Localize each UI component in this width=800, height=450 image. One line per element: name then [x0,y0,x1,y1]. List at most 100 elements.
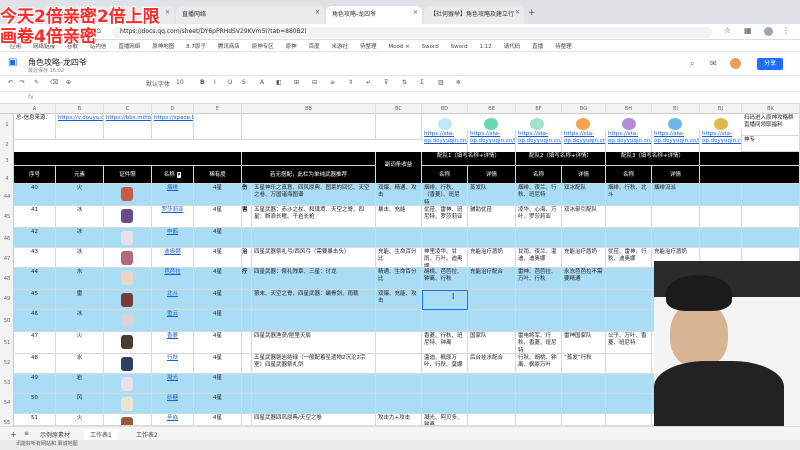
cell-bb1[interactable] [242,114,376,140]
cell-el[interactable]: 水 [56,354,104,374]
cell-t3n[interactable]: 优菈、雷神、行秋、迪奥娜 [606,248,652,268]
cell-el[interactable]: 岩 [56,374,104,394]
cell-rar[interactable]: 4星 [194,310,242,332]
column-header[interactable]: BC [376,104,422,114]
cell-t2n[interactable] [516,290,562,310]
cell-t2n[interactable]: 烟绯、夜兰、行秋、班尼特 [516,184,562,206]
border-icon[interactable]: ⊞ [294,79,299,86]
column-header[interactable]: BI [652,104,700,114]
cell-name[interactable]: 香菱 [152,332,194,354]
filter-dropdown-icon[interactable]: ▾ [176,172,182,178]
column-header[interactable]: BK [742,104,800,114]
row-header[interactable]: 54 [0,400,14,406]
cell-t1d[interactable]: 充能治疗配合 [468,268,516,290]
selected-cell[interactable] [422,290,468,310]
cell-rar[interactable]: 4星 [194,268,242,290]
cell-rar[interactable]: 4星 [194,374,242,394]
cell-el[interactable]: 风 [56,394,104,414]
cell-t2n[interactable]: 雷神、芭芭拉、万叶、行秋 [516,268,562,290]
font-size-select[interactable]: 10 [176,79,184,86]
bookmark[interactable]: 原神地图 [152,42,174,50]
row-header[interactable]: 53 [0,380,14,386]
cell-sub[interactable]: 精通、生命百分比 [376,268,422,290]
docs-logo-icon[interactable]: ▣ [8,57,17,68]
valign-icon[interactable]: ⇕ [348,79,353,86]
cell-side[interactable]: 治 [242,248,252,268]
cell-name[interactable]: 行秋 [152,354,194,374]
cell-seq[interactable]: 46 [14,310,56,332]
row-header[interactable]: 1 [0,122,14,128]
cell-rar[interactable]: 4星 [194,184,242,206]
cell-c1-link[interactable]: https://bbs.mihoyo.com/ys/collection/577… [104,114,152,140]
share-button[interactable]: 分享 [757,58,783,70]
cell-t2d[interactable]: 充能治疗盾奶 [562,248,606,268]
cell-t3n[interactable] [606,374,652,394]
star-icon[interactable]: ☆ [724,26,731,35]
cell-weapon[interactable]: 五星武器磐岩结绿（一般配着圣遗物2沉沦2宗室）四星武器祭礼剑 [252,354,376,374]
cell-side[interactable] [242,354,252,374]
cell-name[interactable]: 申鹤 [152,228,194,248]
column-header[interactable]: BH [606,104,652,114]
cell-bi2-link[interactable]: https://sta-op.doyyuqin.cn/butter [652,130,700,152]
cell-t1d[interactable]: 蒸发队 [468,184,516,206]
bookmark[interactable]: 原神专区 [252,42,274,50]
cell-name[interactable]: 烟绯 [152,184,194,206]
cell-name[interactable]: 芭芭拉 [152,268,194,290]
comment-icon[interactable]: ✉ [710,59,717,68]
column-header[interactable]: BJ [700,104,742,114]
close-icon[interactable]: ✕ [515,9,520,16]
cell-t3n[interactable] [606,310,652,332]
cell-t2d[interactable] [562,414,606,426]
cell-sub[interactable] [376,228,422,248]
cell-t1n[interactable]: 胡桃、芭芭拉、钟离、行秋 [422,268,468,290]
cell-rar[interactable]: 4星 [194,332,242,354]
bookmark[interactable]: 直播 [532,42,543,50]
cell-side[interactable] [242,394,252,414]
redo-icon[interactable]: ↷ [20,79,25,86]
cell-t2n[interactable] [516,374,562,394]
cell-t3n[interactable] [606,228,652,248]
cell-seq[interactable]: 41 [14,206,56,228]
cell-t2n[interactable] [516,228,562,248]
row-header[interactable]: 3 [0,158,14,164]
cell-t1d[interactable]: 后台挂水配合 [468,354,516,374]
cell-weapon[interactable]: 五星武器：赤沙之杖、和璞鸢、天空之脊、四星：断浪长鳍、千岩长枪 [252,206,376,228]
cell-bd2-link[interactable]: https://sta-op.doyyuqin.cn/butter [422,130,468,152]
browser-tab[interactable]: 直播网络 ✕ [176,6,324,24]
cell-t3n[interactable] [606,268,652,290]
freeze-icon[interactable]: ❄ [456,79,461,86]
underline-icon[interactable]: U [228,79,232,86]
cell-t1n[interactable]: 神里凌华、甘雨、万叶、迪奥娜 [422,248,468,268]
cell-bh2-link[interactable]: https://sta-op.doyyuqin.cn/butter [606,130,652,152]
cell-portrait[interactable] [104,206,152,228]
cell-t2d[interactable] [562,310,606,332]
cell-d1-link[interactable]: https://space.bilibili.com/307353814 [152,114,194,140]
cell-weapon[interactable] [252,310,376,332]
cell-t2n[interactable] [516,414,562,426]
row-header[interactable]: 45 [0,214,14,220]
browser-tab[interactable]: 【社何猴举】角色攻略及建立行 ✕ [424,6,524,24]
cell-weapon[interactable]: 四星武器四风原典/天空之卷 [252,414,376,426]
cell-side[interactable]: 疗 [242,268,252,290]
cell-t2n[interactable]: 甘雨、夜兰、温迪、迪奥娜 [516,248,562,268]
cell-sub[interactable] [376,354,422,374]
row-header[interactable]: 50 [0,318,14,324]
cell-bf2-link[interactable]: https://sta-op.doyyuqin.cn/butter [516,130,562,152]
cell-sub[interactable] [376,310,422,332]
wrap-icon[interactable]: ↵ [366,79,371,86]
cell-sub[interactable] [376,394,422,414]
cell-rar[interactable]: 4星 [194,228,242,248]
cell-t1n[interactable] [422,394,468,414]
cell-weapon[interactable] [252,374,376,394]
source-sheet-tab[interactable]: 示例原素材 [34,429,76,440]
bookmark[interactable]: 待整理 [555,42,572,50]
row-header[interactable]: 51 [0,340,14,346]
cell-name[interactable]: 砂糖 [152,394,194,414]
cell-name[interactable]: 辛焱 [152,414,194,426]
row-header[interactable]: 49 [0,296,14,302]
bookmark[interactable]: 原神 [286,42,297,50]
row-header[interactable]: 4 [0,176,14,182]
cell-t2d[interactable]: 双冰牵引配队 [562,206,606,228]
fill-color-icon[interactable]: ◧ [276,79,282,86]
cell-t3d[interactable]: 烟绯流派 [652,184,700,206]
